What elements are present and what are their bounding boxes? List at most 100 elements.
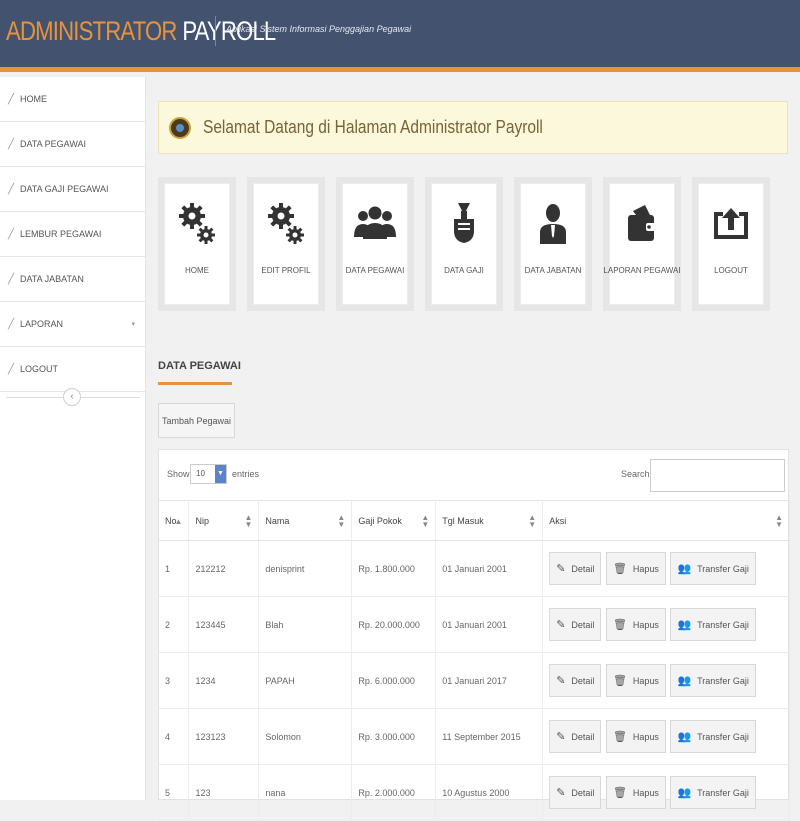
pencil-icon: ╱ [8, 228, 15, 240]
main-content: Selamat Datang di Halaman Administrator … [146, 77, 800, 821]
chevron-down-icon[interactable]: ▾ [131, 320, 135, 328]
sidebar-menu: ╱ HOME ╱ DATA PEGAWAI ╱ DATA GAJI PEGAWA… [0, 77, 145, 392]
cell-no: 2 [159, 596, 190, 653]
user-suit-icon [530, 200, 576, 246]
tile-home[interactable]: HOME [158, 177, 236, 311]
table-row: 3 1234 PAPAH Rp. 6.000.000 01 Januari 20… [159, 652, 790, 709]
cell-nama: PAPAH [258, 652, 353, 709]
table-row: 5 123 nana Rp. 2.000.000 10 Agustus 2000… [159, 764, 790, 821]
transfer-gaji-button[interactable]: 👥 Transfer Gaji [670, 776, 756, 809]
hapus-button[interactable]: 🗑 Hapus [605, 608, 666, 641]
welcome-text: Selamat Datang di Halaman Administrator … [203, 117, 543, 137]
pencil-icon: ✎ [556, 563, 566, 575]
hapus-button[interactable]: 🗑 Hapus [605, 664, 666, 697]
detail-button[interactable]: ✎ Detail [549, 776, 602, 809]
tile-laporan-pegawai[interactable]: LAPORAN PEGAWAI [603, 177, 681, 311]
search-label: Search: [621, 469, 653, 479]
column-header-nip[interactable]: Nip ▲ ▼ [188, 500, 260, 541]
pencil-icon: ╱ [8, 138, 15, 150]
cell-no: 5 [159, 764, 190, 821]
export-icon [708, 200, 754, 246]
sidebar-collapse-button[interactable]: ‹ [63, 388, 81, 406]
sidebar-item-lembur-pegawai[interactable]: ╱ LEMBUR PEGAWAI [0, 212, 145, 257]
table-row: 2 123445 Blah Rp. 20.000.000 01 Januari … [159, 596, 790, 653]
pencil-icon: ╱ [8, 318, 15, 330]
column-header-nama[interactable]: Nama ▲ ▼ [258, 500, 353, 541]
cell-nip: 1234 [188, 652, 260, 709]
sidebar: ╱ HOME ╱ DATA PEGAWAI ╱ DATA GAJI PEGAWA… [0, 77, 146, 800]
hapus-button[interactable]: 🗑 Hapus [605, 720, 666, 753]
entries-label: entries [232, 469, 260, 479]
welcome-banner: Selamat Datang di Halaman Administrator … [158, 101, 788, 154]
add-employee-button[interactable]: Tambah Pegawai [158, 403, 235, 438]
tile-logout[interactable]: LOGOUT [692, 177, 770, 311]
table-controls: Show 10 ▼ entries Search: [159, 450, 788, 500]
tile-data-jabatan[interactable]: DATA JABATAN [514, 177, 592, 311]
detail-button[interactable]: ✎ Detail [549, 664, 602, 697]
users-icon [352, 200, 398, 246]
cell-tgl: 11 September 2015 [435, 708, 544, 765]
column-header-no[interactable]: No ▲ [159, 500, 190, 541]
column-header-tgl-masuk[interactable]: Tgl Masuk ▲ ▼ [435, 500, 544, 541]
trash-icon: 🗑 [612, 787, 627, 799]
sidebar-item-data-gaji-pegawai[interactable]: ╱ DATA GAJI PEGAWAI [0, 167, 145, 212]
sidebar-item-logout[interactable]: ╱ LOGOUT [0, 347, 145, 392]
sort-icon: ▲ ▼ [244, 513, 253, 529]
hapus-button[interactable]: 🗑 Hapus [605, 776, 666, 809]
sidebar-item-label: LAPORAN [20, 319, 64, 329]
cell-nama: Solomon [258, 708, 353, 765]
detail-button[interactable]: ✎ Detail [549, 608, 602, 641]
trash-icon: 🗑 [612, 619, 627, 631]
sidebar-item-laporan[interactable]: ╱ LAPORAN ▾ [0, 302, 145, 347]
users-icon: 👥 [677, 675, 692, 687]
transfer-gaji-button[interactable]: 👥 Transfer Gaji [670, 720, 756, 753]
cell-tgl: 01 Januari 2001 [435, 540, 544, 597]
sidebar-item-home[interactable]: ╱ HOME [0, 77, 145, 122]
sidebar-item-label: DATA GAJI PEGAWAI [20, 184, 109, 194]
page-size-value: 10 [196, 469, 205, 478]
tile-data-gaji[interactable]: DATA GAJI [425, 177, 503, 311]
sidebar-item-label: DATA JABATAN [20, 274, 84, 284]
cell-tgl: 01 Januari 2017 [435, 652, 544, 709]
cell-tgl: 01 Januari 2001 [435, 596, 544, 653]
column-header-gaji-pokok[interactable]: Gaji Pokok ▲ ▼ [351, 500, 437, 541]
tile-label: DATA PEGAWAI [345, 266, 405, 275]
column-header-aksi[interactable]: Aksi ▲ ▼ [542, 500, 790, 541]
top-header: ADMINISTRATOR PAYROLL Aplikasi Sistem In… [0, 0, 800, 72]
page-size-select[interactable]: 10 ▼ [190, 464, 227, 484]
search-input[interactable] [650, 459, 785, 492]
gears-icon [174, 200, 220, 246]
pencil-icon: ╱ [8, 273, 15, 285]
tile-label: HOME [185, 266, 209, 275]
transfer-gaji-button[interactable]: 👥 Transfer Gaji [670, 552, 756, 585]
transfer-gaji-button[interactable]: 👥 Transfer Gaji [670, 664, 756, 697]
cell-nip: 212212 [188, 540, 260, 597]
shortcut-tiles: HOME EDIT PROFIL DATA PEGAWAI DATA GAJI … [158, 177, 781, 311]
detail-button[interactable]: ✎ Detail [549, 552, 602, 585]
detail-button[interactable]: ✎ Detail [549, 720, 602, 753]
hapus-button[interactable]: 🗑 Hapus [605, 552, 666, 585]
cell-nip: 123 [188, 764, 260, 821]
sidebar-item-data-jabatan[interactable]: ╱ DATA JABATAN [0, 257, 145, 302]
sort-icon: ▲ ▼ [528, 513, 537, 529]
cell-nip: 123445 [188, 596, 260, 653]
money-hand-icon [441, 200, 487, 246]
cell-nip: 123123 [188, 708, 260, 765]
trash-icon: 🗑 [612, 731, 627, 743]
tagline: Aplikasi Sistem Informasi Penggajian Peg… [226, 24, 412, 34]
transfer-gaji-button[interactable]: 👥 Transfer Gaji [670, 608, 756, 641]
table-row: 4 123123 Solomon Rp. 3.000.000 11 Septem… [159, 708, 790, 765]
pencil-icon: ╱ [8, 183, 15, 195]
cell-aksi: ✎ Detail 🗑 Hapus 👥 Transfer Gaji [542, 708, 790, 765]
section-title: DATA PEGAWAI [158, 360, 241, 372]
table-row: 1 212212 denisprint Rp. 1.800.000 01 Jan… [159, 540, 790, 597]
sidebar-item-data-pegawai[interactable]: ╱ DATA PEGAWAI [0, 122, 145, 167]
tile-data-pegawai[interactable]: DATA PEGAWAI [336, 177, 414, 311]
users-icon: 👥 [677, 787, 692, 799]
pencil-icon: ╱ [8, 93, 15, 105]
tile-label: LOGOUT [714, 266, 748, 275]
tile-edit-profil[interactable]: EDIT PROFIL [247, 177, 325, 311]
trash-icon: 🗑 [612, 563, 627, 575]
users-icon: 👥 [677, 563, 692, 575]
sort-icon: ▲ ▼ [337, 513, 346, 529]
